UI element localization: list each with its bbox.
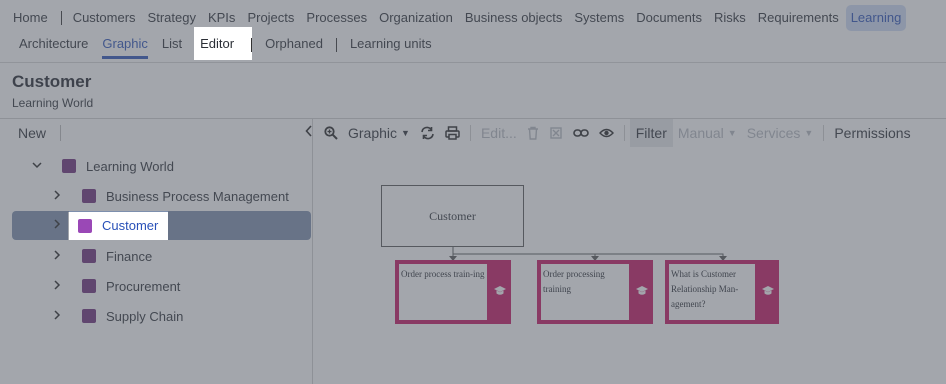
caret-down-icon: ▼ (727, 128, 737, 138)
folder-square-icon (82, 189, 96, 203)
link-icon[interactable] (568, 119, 594, 147)
chevron-right-icon[interactable] (50, 279, 64, 293)
toolbar-separator (469, 125, 471, 141)
folder-square-icon (78, 218, 92, 233)
tab-separator (251, 38, 253, 52)
print-icon[interactable] (440, 119, 465, 147)
tab-architecture[interactable]: Architecture (12, 30, 95, 60)
tree-item-procurement[interactable]: Procurement (12, 272, 311, 300)
delete-icon[interactable] (522, 119, 544, 147)
node-label: What is Customer Relationship Man-agemen… (669, 264, 755, 320)
tree-item-finance[interactable]: Finance (12, 242, 311, 270)
chevron-right-icon[interactable] (50, 189, 64, 203)
nav-strategy[interactable]: Strategy (143, 5, 201, 31)
nav-kpis[interactable]: KPIs (203, 5, 240, 31)
tab-editor[interactable]: Editor (189, 30, 246, 60)
folder-square-icon (82, 249, 96, 263)
graduation-cap-icon (494, 286, 506, 295)
tree-item-label: Business Process Management (106, 188, 289, 204)
toolbar-separator (823, 125, 825, 141)
tree-item-label: Learning World (86, 158, 174, 174)
nav-systems[interactable]: Systems (569, 5, 629, 31)
nav-risks[interactable]: Risks (709, 5, 751, 31)
tab-list[interactable]: List (155, 30, 189, 60)
nav-documents[interactable]: Documents (631, 5, 707, 31)
tree-item-supply-chain[interactable]: Supply Chain (12, 302, 311, 330)
nav-home[interactable]: Home (8, 5, 53, 31)
nav-processes[interactable]: Processes (301, 5, 372, 31)
nav-projects[interactable]: Projects (242, 5, 299, 31)
zoom-icon[interactable] (319, 119, 343, 147)
toolbar-separator (60, 125, 62, 141)
chevron-right-icon[interactable] (50, 309, 64, 323)
page-title: Customer (12, 72, 92, 91)
refresh-icon[interactable] (415, 119, 440, 147)
nav-organization[interactable]: Organization (374, 5, 458, 31)
toolbar-separator (623, 125, 625, 141)
chevron-right-icon[interactable] (50, 249, 64, 263)
tree-item-label: Customer (102, 218, 159, 233)
tree-item-customer[interactable]: Customer (12, 211, 311, 240)
services-dropdown[interactable]: Services ▼ (742, 119, 819, 147)
tab-graphic[interactable]: Graphic (95, 30, 155, 60)
remove-link-icon[interactable] (544, 119, 568, 147)
tab-learning-units[interactable]: Learning units (343, 30, 439, 60)
tab-separator (335, 38, 337, 52)
filter-button[interactable]: Filter (629, 119, 673, 147)
folder-square-icon (82, 279, 96, 293)
tree-item-business-process-management[interactable]: Business Process Management (12, 182, 311, 210)
caret-down-icon: ▼ (804, 128, 814, 138)
graphic-toolbar: Graphic ▼ Edit... Filter Manual ▼ Servic… (313, 119, 946, 147)
header-divider (0, 62, 946, 63)
folder-square-icon (82, 309, 96, 323)
nav-customers[interactable]: Customers (68, 5, 141, 31)
view-eye-icon[interactable] (594, 119, 619, 147)
tree-item-label: Procurement (106, 278, 181, 294)
caret-down-icon: ▼ (401, 128, 410, 138)
nav-separator (60, 11, 62, 25)
node-label: Order processing training (541, 264, 629, 320)
tree-toolbar: New (0, 119, 312, 147)
selected-item-highlight: Customer (68, 211, 169, 240)
manual-dropdown[interactable]: Manual ▼ (673, 119, 742, 147)
edit-button[interactable]: Edit... (476, 119, 522, 147)
page-header: Customer Learning World (12, 72, 93, 110)
sub-navigation: Architecture Graphic List Editor Orphane… (0, 30, 439, 60)
tree-item-learning-world[interactable]: Learning World (12, 152, 311, 180)
graduation-cap-icon (636, 286, 648, 295)
tab-orphaned[interactable]: Orphaned (258, 30, 330, 60)
diagram-node-learning-unit[interactable]: Order processing training (537, 260, 653, 324)
chevron-down-icon[interactable] (30, 160, 44, 172)
page-subtitle: Learning World (12, 96, 94, 110)
folder-square-icon (62, 159, 76, 173)
permissions-button[interactable]: Permissions (829, 119, 915, 147)
chevron-right-icon[interactable] (50, 219, 64, 232)
node-label: Order process train-ing (399, 264, 487, 320)
nav-requirements[interactable]: Requirements (753, 5, 844, 31)
graphic-dropdown-label: Graphic (348, 125, 398, 141)
diagram-node-learning-unit[interactable]: What is Customer Relationship Man-agemen… (665, 260, 779, 324)
new-button[interactable]: New (18, 125, 46, 141)
nav-business-objects[interactable]: Business objects (460, 5, 568, 31)
diagram-canvas[interactable]: Customer Order process train-ing Order p… (313, 148, 946, 384)
graphic-dropdown[interactable]: Graphic ▼ (343, 119, 415, 147)
diagram-node-learning-unit[interactable]: Order process train-ing (395, 260, 511, 324)
tree-item-label: Supply Chain (106, 308, 184, 324)
services-dropdown-label: Services (746, 125, 801, 141)
manual-dropdown-label: Manual (677, 125, 724, 141)
nav-learning[interactable]: Learning (845, 5, 907, 31)
graduation-cap-icon (762, 286, 774, 295)
tree-item-label: Finance (106, 248, 153, 264)
